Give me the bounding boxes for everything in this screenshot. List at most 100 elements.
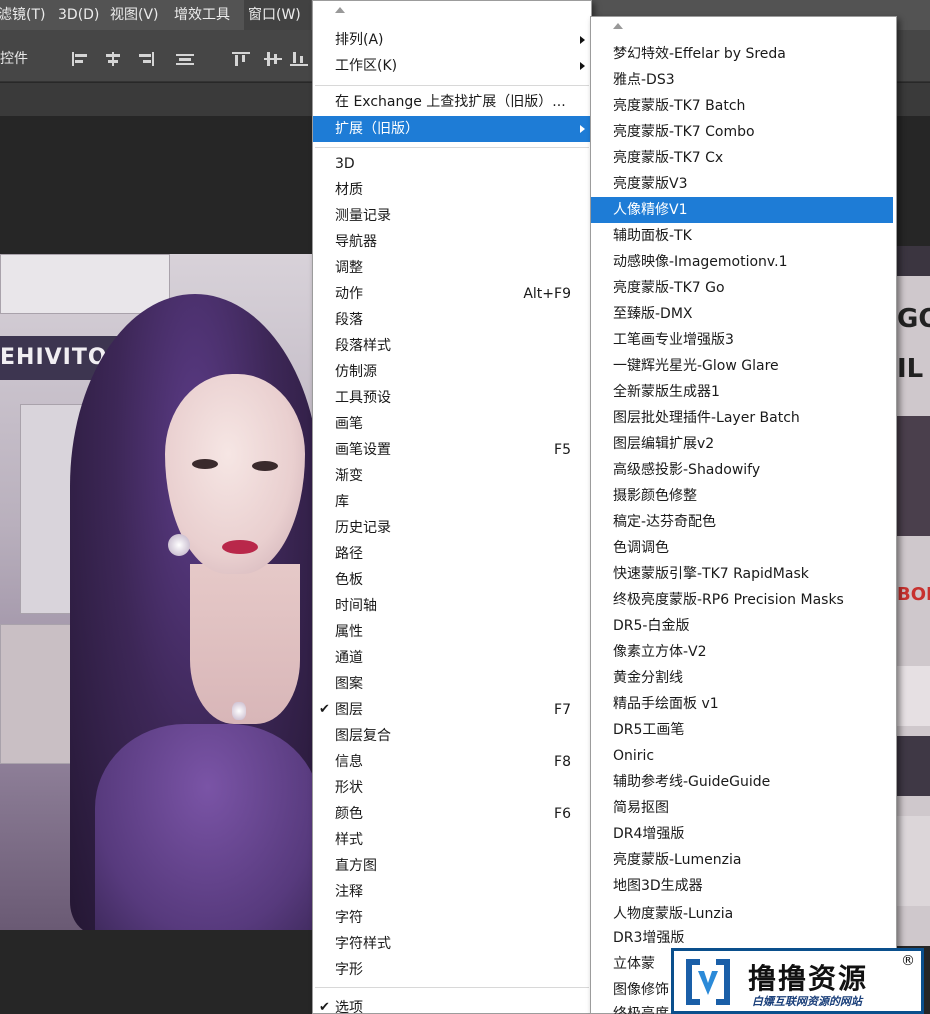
menu-item-label: 立体蒙 [613,956,655,972]
menu-item-panel[interactable]: 字形 [313,957,591,983]
menu-item-panel[interactable]: 3D [313,151,591,177]
menu-item-panel[interactable]: 时间轴 [313,593,591,619]
menu-item-panel[interactable]: 注释 [313,879,591,905]
extension-item[interactable]: 图层批处理插件-Layer Batch [591,405,893,431]
menu-item-panel[interactable]: 段落 [313,307,591,333]
extension-item[interactable]: 工笔画专业增强版3 [591,327,893,353]
menu-3d[interactable]: 3D(D) [54,0,103,30]
extension-item[interactable]: 简易抠图 [591,795,893,821]
menu-item-panel[interactable]: 画笔 [313,411,591,437]
menu-item-panel[interactable]: 材质 [313,177,591,203]
extension-item[interactable]: 亮度蒙版-TK7 Cx [591,145,893,171]
extension-item[interactable]: 辅助参考线-GuideGuide [591,769,893,795]
menu-item-panel[interactable]: 导航器 [313,229,591,255]
extension-item[interactable]: 亮度蒙版V3 [591,171,893,197]
menu-scroll-up-icon[interactable] [335,7,345,13]
align-vcenter-icon[interactable] [264,52,282,66]
extension-item[interactable]: 亮度蒙版-Lumenzia [591,847,893,873]
extension-item[interactable]: 动感映像-Imagemotionv.1 [591,249,893,275]
align-justify-icon[interactable] [176,52,194,66]
extension-item[interactable]: 亮度蒙版-TK7 Batch [591,93,893,119]
menu-item-label: 段落 [335,312,363,328]
menu-item-label: 高级感投影-Shadowify [613,462,761,478]
menu-view[interactable]: 视图(V) [106,0,163,30]
extension-item[interactable]: 图层编辑扩展v2 [591,431,893,457]
menu-item-panel[interactable]: 通道 [313,645,591,671]
align-right-icon[interactable] [136,52,154,66]
neck-shape [190,564,300,724]
extension-item[interactable]: 快速蒙版引擎-TK7 RapidMask [591,561,893,587]
canvas-photo: EHIVITO [0,254,320,930]
submenu-arrow-icon [580,125,585,133]
extension-item[interactable]: 摄影颜色修整 [591,483,893,509]
extension-item[interactable]: 精品手绘面板 v1 [591,691,893,717]
extension-item[interactable]: 全新蒙版生成器1 [591,379,893,405]
extension-item[interactable]: 稿定-达芬奇配色 [591,509,893,535]
extension-item[interactable]: 辅助面板-TK [591,223,893,249]
menu-item-panel[interactable]: 图案 [313,671,591,697]
menu-item-panel[interactable]: 动作 Alt+F9 [313,281,591,307]
menu-item-panel[interactable]: 形状 [313,775,591,801]
poster-text: IL [897,354,924,384]
extension-item[interactable]: Oniric [591,743,893,769]
align-left-icon[interactable] [72,52,90,66]
extension-item[interactable]: 终极亮度蒙版-RP6 Precision Masks [591,587,893,613]
menu-filter[interactable]: 滤镜(T) [0,0,49,30]
menu-item-panel[interactable]: 库 [313,489,591,515]
menu-item-panel[interactable]: 路径 [313,541,591,567]
menu-item-panel[interactable]: 调整 [313,255,591,281]
align-hcenter-icon[interactable] [104,52,122,66]
align-bottom-icon[interactable] [290,52,308,66]
extension-item[interactable]: 黄金分割线 [591,665,893,691]
menu-item-find-extensions[interactable]: 在 Exchange 上查找扩展（旧版）... [313,89,591,115]
menu-item-panel[interactable]: 字符 [313,905,591,931]
menu-item-panel[interactable]: 字符样式 [313,931,591,957]
extension-item[interactable]: 像素立方体-V2 [591,639,893,665]
extension-item[interactable]: DR4增强版 [591,821,893,847]
menu-item-options[interactable]: ✔ 选项 [313,995,591,1014]
menu-item-panel[interactable]: 信息 F8 [313,749,591,775]
menu-item-workspace[interactable]: 工作区(K) [313,53,591,79]
extension-item[interactable]: 高级感投影-Shadowify [591,457,893,483]
extension-item[interactable]: 一键辉光星光-Glow Glare [591,353,893,379]
extension-item[interactable]: 地图3D生成器 [591,873,893,899]
menu-item-panel[interactable]: 历史记录 [313,515,591,541]
menu-item-label: 样式 [335,832,363,848]
menu-item-panel[interactable]: 工具预设 [313,385,591,411]
menu-item-layers[interactable]: ✔ 图层 F7 [313,697,591,723]
extension-item[interactable]: DR5工画笔 [591,717,893,743]
menu-item-extensions-legacy[interactable]: 扩展（旧版） [313,116,591,142]
menu-item-label: DR5-白金版 [613,618,690,634]
menu-item-label: 3D [335,156,355,172]
menu-item-label: 色调调色 [613,540,669,556]
extension-item[interactable]: 梦幻特效-Effelar by Sreda [591,41,893,67]
menu-item-label: 形状 [335,780,363,796]
menu-scroll-up-icon[interactable] [613,23,623,29]
menu-item-panel[interactable]: 样式 [313,827,591,853]
watermark-badge: 撸撸资源 ® 白嫖互联网资源的网站 [671,948,924,1014]
menu-item-panel[interactable]: 画笔设置 F5 [313,437,591,463]
menu-item-panel[interactable]: 测量记录 [313,203,591,229]
menu-item-panel[interactable]: 仿制源 [313,359,591,385]
menu-item-arrange[interactable]: 排列(A) [313,27,591,53]
menu-item-label: 仿制源 [335,364,377,380]
extension-item[interactable]: 亮度蒙版-TK7 Combo [591,119,893,145]
menu-item-panel[interactable]: 色板 [313,567,591,593]
extension-item[interactable]: 雅点-DS3 [591,67,893,93]
menu-item-panel[interactable]: 图层复合 [313,723,591,749]
menu-item-panel[interactable]: 直方图 [313,853,591,879]
menu-plugins[interactable]: 增效工具 [170,0,234,30]
extension-item[interactable]: 色调调色 [591,535,893,561]
extension-item[interactable]: 亮度蒙版-TK7 Go [591,275,893,301]
menu-item-panel[interactable]: 属性 [313,619,591,645]
menu-item-panel[interactable]: 渐变 [313,463,591,489]
extension-item-portrait-retouch[interactable]: 人像精修V1 [591,197,893,223]
menu-item-label: 全新蒙版生成器1 [613,384,720,400]
menu-item-panel[interactable]: 段落样式 [313,333,591,359]
extension-item[interactable]: 至臻版-DMX [591,301,893,327]
menu-item-panel[interactable]: 颜色 F6 [313,801,591,827]
extension-item[interactable]: 人物度蒙版-Lunzia [591,901,893,927]
extension-item[interactable]: DR5-白金版 [591,613,893,639]
menu-window[interactable]: 窗口(W) [244,0,311,30]
align-top-icon[interactable] [232,52,250,66]
